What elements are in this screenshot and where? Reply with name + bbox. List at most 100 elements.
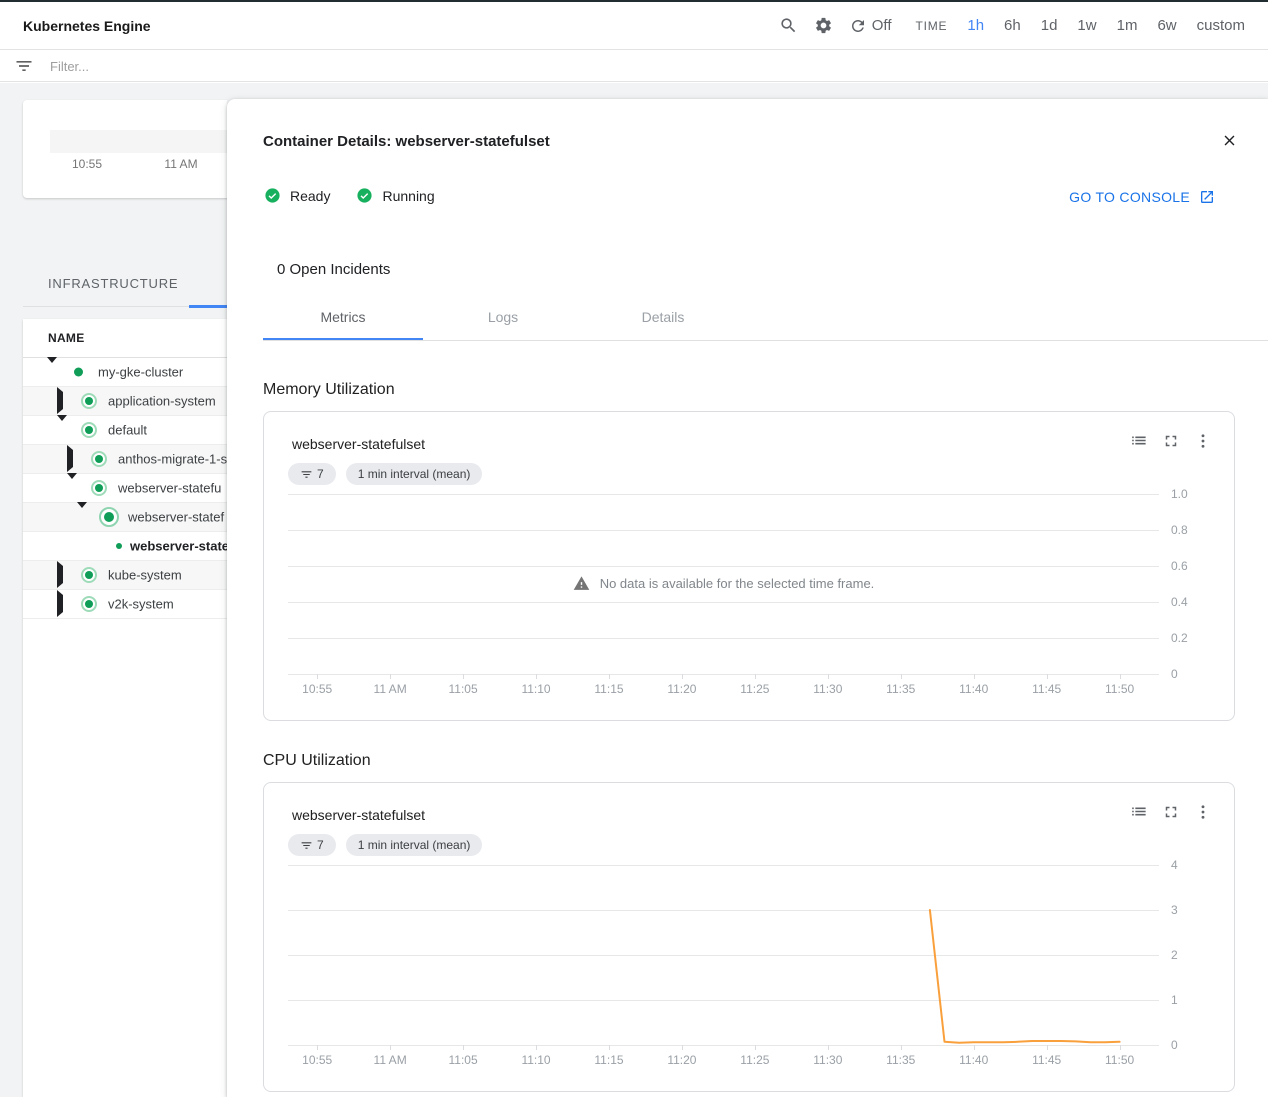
x-axis-tick — [828, 674, 829, 679]
mini-chart-x-label: 11 AM — [164, 157, 197, 171]
x-axis-label: 11:25 — [740, 1053, 769, 1067]
open-incidents-count: 0 Open Incidents — [277, 261, 390, 278]
go-to-console-link[interactable]: GO TO CONSOLE — [1069, 189, 1215, 205]
time-range-6w[interactable]: 6w — [1157, 17, 1176, 34]
gridline — [288, 602, 1159, 603]
y-axis-label: 4 — [1171, 858, 1178, 872]
resource-tree: my-gke-clusterapplication-system default a… — [23, 358, 227, 619]
y-axis-label: 1 — [1171, 993, 1178, 1007]
panel-title: Container Details: webserver-statefulset — [263, 133, 550, 150]
container-details-panel: Container Details: webserver-statefulset… — [227, 99, 1268, 1097]
tree-item-default[interactable]: default — [23, 416, 227, 445]
sidebar-tab-divider — [23, 306, 227, 307]
check-circle-icon — [264, 187, 281, 204]
cpu-chart-plot: 4321010:5511 AM11:0511:1011:1511:2011:25… — [264, 783, 1234, 1091]
auto-refresh-toggle[interactable]: Off — [849, 17, 892, 35]
detail-tabs: MetricsLogsDetails — [263, 297, 743, 337]
y-axis-label: 0.6 — [1171, 559, 1188, 573]
tree-item-label: kube-system — [108, 568, 182, 583]
app-title: Kubernetes Engine — [23, 18, 151, 34]
status-running: Running — [356, 187, 434, 204]
sidebar-active-tab-indicator — [189, 305, 227, 308]
tree-item-anthos-migrate-1-s[interactable]: anthos-migrate-1-s — [23, 445, 227, 474]
section-title-cpu: CPU Utilization — [263, 752, 1235, 772]
time-range-1w[interactable]: 1w — [1077, 17, 1096, 34]
app-header: Kubernetes Engine Off TIME 1h6h1d1w1m6wc… — [0, 2, 1268, 50]
x-axis-label: 11:40 — [959, 682, 988, 696]
gridline — [288, 674, 1159, 675]
x-axis-tick — [536, 674, 537, 679]
time-range-1d[interactable]: 1d — [1041, 17, 1058, 34]
header-actions: Off TIME 1h6h1d1w1m6wcustom — [779, 16, 1245, 35]
x-axis-label: 10:55 — [302, 682, 332, 696]
cpu-chart-card: webserver-statefulset 7 1 min interval (… — [263, 782, 1235, 1092]
chevron-down-icon[interactable] — [47, 363, 57, 381]
status-dot-icon — [74, 368, 83, 377]
filter-icon — [14, 56, 34, 76]
x-axis-tick — [463, 674, 464, 679]
search-icon[interactable] — [779, 16, 798, 35]
y-axis-label: 0.4 — [1171, 595, 1188, 609]
tree-item-v2k-system[interactable]: v2k-system — [23, 590, 227, 619]
x-axis-label: 11 AM — [374, 1053, 407, 1067]
status-label: Ready — [290, 188, 330, 204]
x-axis-label: 11:25 — [740, 682, 769, 696]
x-axis-tick — [609, 674, 610, 679]
tab-infrastructure[interactable]: INFRASTRUCTURE — [48, 276, 178, 291]
chevron-right-icon[interactable] — [67, 450, 73, 468]
close-icon[interactable] — [1221, 132, 1238, 149]
x-axis-tick — [901, 674, 902, 679]
x-axis-label: 11:30 — [813, 1053, 842, 1067]
time-range-1h[interactable]: 1h — [967, 17, 984, 34]
chevron-right-icon[interactable] — [57, 595, 63, 613]
settings-gear-icon[interactable] — [814, 16, 833, 35]
status-label: Running — [382, 188, 434, 204]
time-range-1m[interactable]: 1m — [1117, 17, 1138, 34]
x-axis-label: 11:50 — [1105, 1053, 1134, 1067]
sidebar: 10:55 11 AM INFRASTRUCTURE NAME my-gke-c… — [0, 83, 227, 1097]
x-axis-label: 11:35 — [886, 1053, 915, 1067]
status-donut-icon — [81, 393, 97, 409]
tree-item-kube-system[interactable]: kube-system — [23, 561, 227, 590]
x-axis-label: 11:15 — [594, 682, 623, 696]
y-axis-label: 2 — [1171, 948, 1178, 962]
x-axis-label: 11:40 — [959, 1053, 988, 1067]
tab-metrics[interactable]: Metrics — [263, 297, 423, 337]
auto-refresh-label: Off — [872, 17, 892, 34]
status-row: Ready Running — [264, 187, 435, 204]
tree-item-webserver-statefu[interactable]: webserver-statefu — [23, 474, 227, 503]
chevron-right-icon[interactable] — [57, 392, 63, 410]
status-ready: Ready — [264, 187, 330, 204]
x-axis-label: 11:20 — [667, 682, 696, 696]
tab-details[interactable]: Details — [583, 297, 743, 337]
gridline — [288, 494, 1159, 495]
tree-item-webserver-statef[interactable]: webserver-statef — [23, 503, 227, 532]
x-axis-label: 10:55 — [302, 1053, 332, 1067]
x-axis-label: 11:10 — [521, 682, 550, 696]
tab-logs[interactable]: Logs — [423, 297, 583, 337]
tree-item-webserver-state[interactable]: webserver-state — [23, 532, 227, 561]
no-data-message: No data is available for the selected ti… — [288, 575, 1159, 592]
tree-item-my-gke-cluster[interactable]: my-gke-cluster — [23, 358, 227, 387]
time-range-custom[interactable]: custom — [1197, 17, 1245, 34]
open-in-new-icon — [1199, 189, 1215, 205]
gridline — [288, 638, 1159, 639]
resource-tree-card: NAME my-gke-clusterapplication-systemdef… — [23, 319, 227, 1097]
chevron-down-icon[interactable] — [57, 421, 67, 439]
tree-item-application-system[interactable]: application-system — [23, 387, 227, 416]
status-donut-icon — [81, 422, 97, 438]
y-axis-label: 3 — [1171, 903, 1178, 917]
x-axis-label: 11:10 — [521, 1053, 550, 1067]
content-area: 10:55 11 AM INFRASTRUCTURE NAME my-gke-c… — [0, 83, 1268, 1097]
filter-input[interactable] — [48, 58, 452, 75]
time-range-6h[interactable]: 6h — [1004, 17, 1021, 34]
x-axis-label: 11:45 — [1032, 682, 1061, 696]
tree-item-label: default — [108, 423, 147, 438]
status-donut-icon — [91, 451, 107, 467]
x-axis-tick — [390, 674, 391, 679]
chevron-down-icon[interactable] — [67, 479, 77, 497]
x-axis-tick — [1120, 674, 1121, 679]
x-axis-label: 11:05 — [448, 682, 477, 696]
chevron-down-icon[interactable] — [77, 508, 87, 526]
chevron-right-icon[interactable] — [57, 566, 63, 584]
